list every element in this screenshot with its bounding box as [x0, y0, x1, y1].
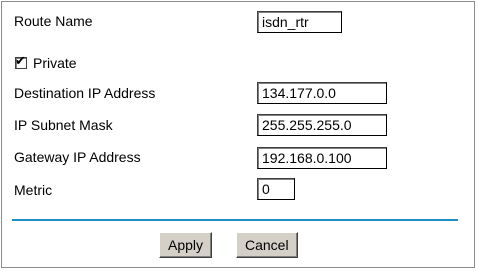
subnet-mask-label: IP Subnet Mask [14, 117, 113, 133]
metric-input[interactable] [257, 178, 295, 200]
divider-line [12, 219, 458, 221]
private-option[interactable]: ✔ Private [15, 53, 77, 71]
static-route-panel: Route Name ✔ Private Destination IP Addr… [1, 1, 475, 268]
apply-button[interactable]: Apply [159, 232, 213, 258]
private-label: Private [33, 55, 77, 71]
destination-ip-label: Destination IP Address [14, 85, 156, 101]
checkmark-icon: ✔ [15, 53, 26, 68]
metric-label: Metric [14, 182, 53, 198]
route-name-label: Route Name [14, 13, 93, 29]
gateway-ip-input[interactable] [257, 147, 387, 169]
cancel-button[interactable]: Cancel [236, 232, 298, 258]
gateway-ip-label: Gateway IP Address [14, 149, 141, 165]
destination-ip-input[interactable] [257, 82, 387, 104]
subnet-mask-input[interactable] [257, 114, 387, 136]
private-checkbox[interactable]: ✔ [15, 53, 27, 69]
route-name-input[interactable] [257, 11, 342, 33]
